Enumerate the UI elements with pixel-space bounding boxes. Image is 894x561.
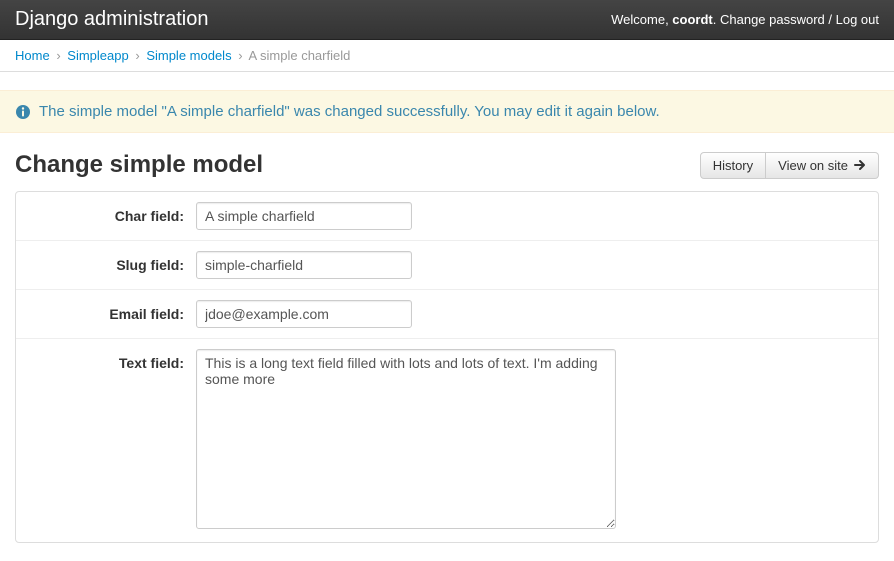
content-header: Change simple model History View on site (15, 151, 879, 179)
slug-field-label: Slug field: (16, 251, 196, 279)
history-button[interactable]: History (700, 152, 766, 179)
char-field-label: Char field: (16, 202, 196, 230)
page-title: Change simple model (15, 151, 263, 179)
logout-link[interactable]: Log out (836, 12, 879, 27)
view-on-site-label: View on site (778, 158, 848, 173)
email-field-input[interactable] (196, 300, 412, 328)
content: Change simple model History View on site… (0, 133, 894, 561)
info-icon (15, 104, 31, 120)
change-form: Char field: Slug field: Email field: Tex… (15, 191, 879, 543)
arrow-right-icon (854, 159, 866, 171)
welcome-text: Welcome, (611, 12, 672, 27)
breadcrumb-separator: › (56, 48, 60, 63)
breadcrumb-current: A simple charfield (248, 48, 350, 63)
char-field-input[interactable] (196, 202, 412, 230)
user-tools: Welcome, coordt. Change password / Log o… (611, 12, 879, 27)
form-row-slug-field: Slug field: (16, 241, 878, 290)
email-field-label: Email field: (16, 300, 196, 328)
admin-header: Django administration Welcome, coordt. C… (0, 0, 894, 40)
breadcrumb-separator: › (238, 48, 242, 63)
breadcrumb-app[interactable]: Simpleapp (67, 48, 128, 63)
change-password-link[interactable]: Change password (720, 12, 825, 27)
breadcrumb-model[interactable]: Simple models (146, 48, 231, 63)
form-row-char-field: Char field: (16, 192, 878, 241)
site-title: Django administration (15, 8, 208, 31)
success-message: The simple model "A simple charfield" wa… (0, 90, 894, 133)
breadcrumb: Home › Simpleapp › Simple models › A sim… (0, 40, 894, 72)
breadcrumb-separator: › (135, 48, 139, 63)
form-row-text-field: Text field: (16, 339, 878, 542)
username: coordt (672, 12, 712, 27)
text-field-textarea[interactable] (196, 349, 616, 529)
form-row-email-field: Email field: (16, 290, 878, 339)
slug-field-input[interactable] (196, 251, 412, 279)
object-tools: History View on site (700, 152, 879, 179)
message-text: The simple model "A simple charfield" wa… (39, 103, 660, 120)
breadcrumb-home[interactable]: Home (15, 48, 50, 63)
view-on-site-button[interactable]: View on site (766, 152, 879, 179)
text-field-label: Text field: (16, 349, 196, 532)
